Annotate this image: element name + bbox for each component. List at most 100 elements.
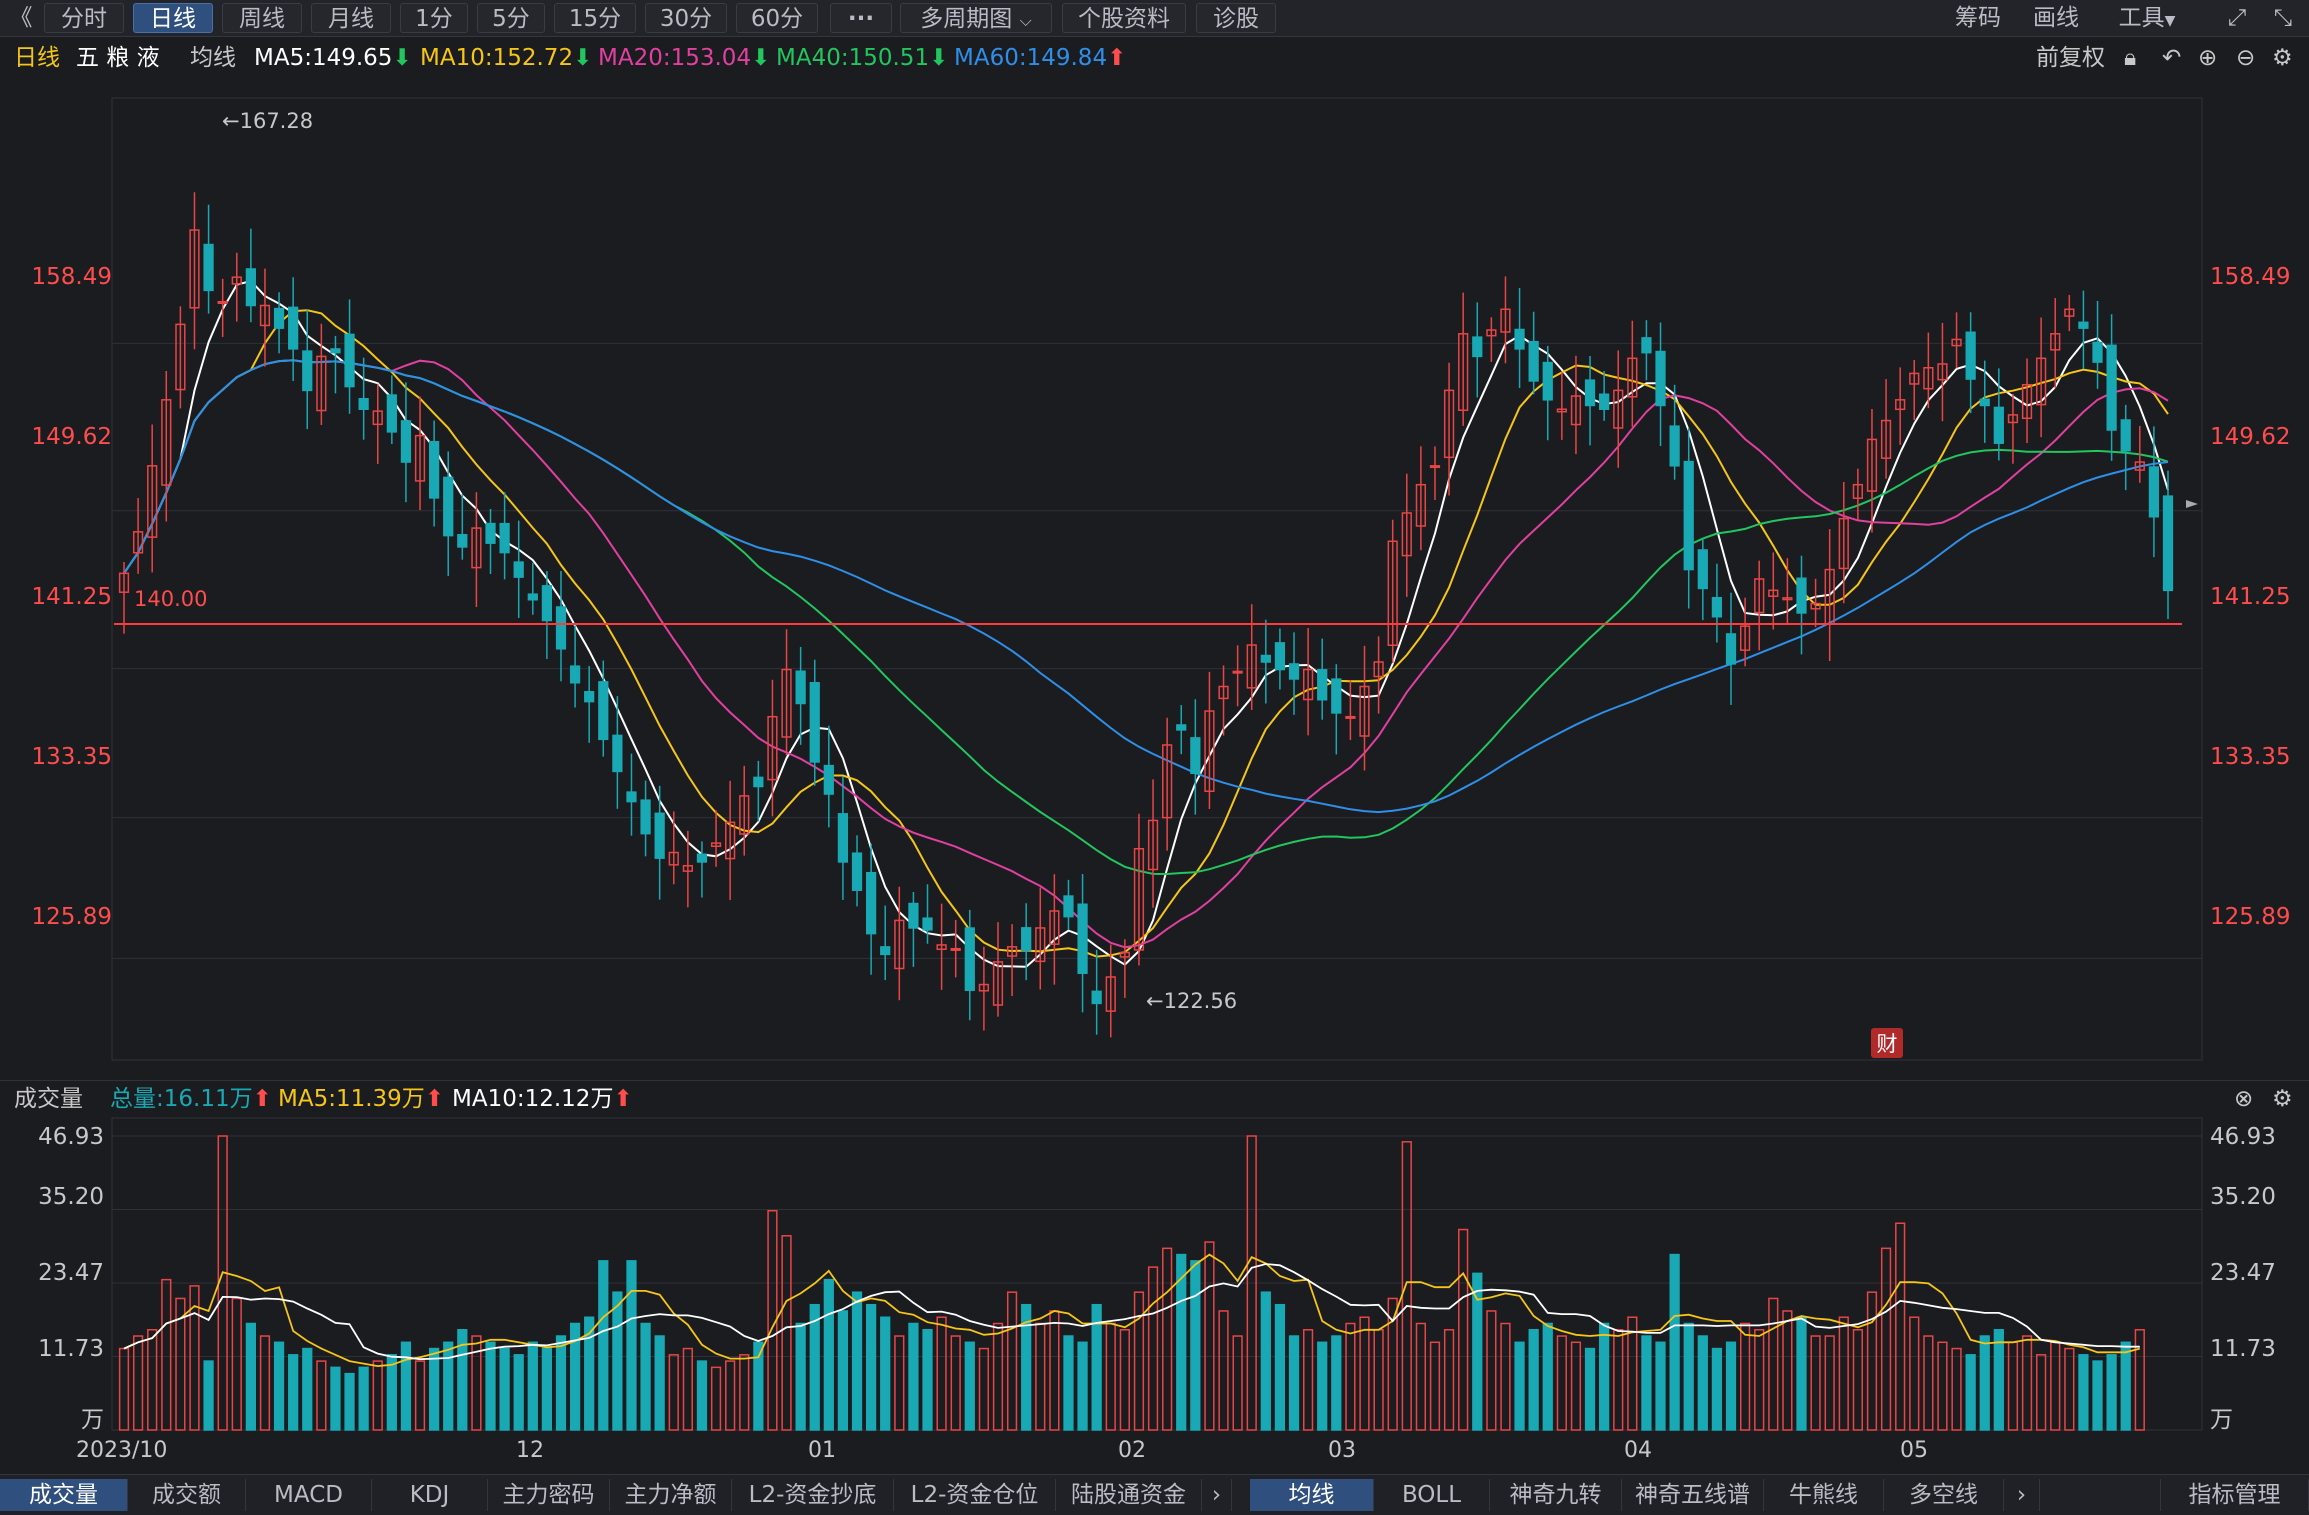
volume-bar-down — [908, 1322, 919, 1431]
candle-down — [1063, 895, 1074, 918]
close-panel-icon[interactable]: ⊗ — [2234, 1081, 2253, 1117]
candle-up — [950, 947, 961, 951]
date-tick: 01 — [808, 1438, 836, 1463]
volume-bar-up — [1429, 1341, 1441, 1431]
tab-main-net-amount[interactable]: 主力净额 — [610, 1479, 732, 1511]
candle-down — [541, 585, 553, 622]
volume-bar-down — [429, 1347, 440, 1431]
volume-bar-up — [1133, 1291, 1145, 1431]
volume-bar-down — [1979, 1335, 1990, 1431]
candle-down — [1274, 642, 1286, 671]
volume-total: 总量:16.11万⬆ — [110, 1081, 272, 1117]
candle-down — [273, 307, 285, 329]
candle-down — [2162, 495, 2174, 592]
candle-down — [358, 398, 369, 410]
volume-bar-up — [1866, 1291, 1878, 1431]
volume-bar-down — [1542, 1322, 1553, 1431]
candle-down — [1021, 927, 1032, 952]
volume-ma10-text: MA10:12.12万 — [452, 1086, 614, 1112]
tab-ma[interactable]: 均线 — [1250, 1479, 1374, 1511]
volume-bar-down — [612, 1291, 623, 1431]
candle-down — [753, 776, 764, 788]
volume-bar-down — [245, 1322, 256, 1431]
volume-bar-up — [936, 1316, 947, 1431]
volume-bar-up — [781, 1235, 792, 1431]
candle-down — [654, 812, 665, 859]
volume-bar-down — [2120, 1341, 2131, 1431]
candle-down — [696, 853, 708, 863]
candle-down — [1077, 903, 1088, 974]
volume-bar-down — [555, 1335, 567, 1431]
candles — [118, 192, 2174, 1038]
tab-bull-bear[interactable]: 牛熊线 — [1764, 1479, 1884, 1511]
ma60-line — [123, 359, 2169, 814]
volume-bar-down — [1993, 1329, 2004, 1431]
candle-down — [908, 902, 919, 929]
volume-bar-down — [485, 1341, 496, 1431]
volume-bar-up — [1373, 1329, 1384, 1431]
volume-bar-down — [1599, 1322, 1610, 1431]
tab-long-short[interactable]: 多空线 — [1884, 1479, 2004, 1511]
arrow-up-icon: ⬆ — [252, 1086, 272, 1112]
volume-bar-up — [1415, 1322, 1427, 1431]
volume-bar-down — [513, 1354, 524, 1431]
volume-bar-down — [2092, 1360, 2103, 1431]
candle-down — [443, 476, 454, 537]
tab-turnover[interactable]: 成交额 — [128, 1479, 246, 1511]
tab-volume[interactable]: 成交量 — [0, 1479, 128, 1511]
candle-down — [584, 690, 595, 703]
candle-down — [203, 243, 214, 292]
volume-ma10: MA10:12.12万⬆ — [452, 1081, 633, 1117]
tab-northbound[interactable]: 陆股通资金 — [1056, 1479, 1202, 1511]
tab-magic-five[interactable]: 神奇五线谱 — [1622, 1479, 1764, 1511]
volume-unit: 万 — [2210, 1407, 2233, 1433]
candle-down — [513, 561, 524, 578]
candle-down — [485, 522, 496, 544]
volume-bar-up — [414, 1360, 426, 1431]
candle-down — [640, 799, 651, 835]
volume-bar-up — [2134, 1329, 2145, 1431]
candle-down — [1641, 337, 1652, 354]
volume-bar-down — [527, 1341, 538, 1431]
volume-unit: 万 — [81, 1407, 104, 1433]
volume-bar-down — [344, 1372, 355, 1431]
price-line-label: 140.00 — [134, 587, 207, 611]
candle-up — [1232, 670, 1243, 674]
volume-bar-down — [1260, 1291, 1271, 1431]
candle-down — [1655, 350, 1666, 407]
tab-magic-nine[interactable]: 神奇九转 — [1490, 1479, 1622, 1511]
arrow-up-icon: ⬆ — [424, 1086, 445, 1112]
volume-bar-up — [2064, 1347, 2075, 1431]
volume-bar-up — [950, 1335, 961, 1431]
candle-down — [1965, 331, 1976, 380]
tab-l2-position[interactable]: L2-资金仓位 — [894, 1479, 1056, 1511]
settings-icon[interactable]: ⚙ — [2272, 1081, 2293, 1117]
kline-chart[interactable]: 140.00 ←167.28 ←122.56 财 — [0, 0, 2309, 1474]
volume-tick: 35.20 — [2210, 1184, 2276, 1210]
volume-bar-up — [1486, 1310, 1497, 1431]
volume-bar-down — [386, 1354, 397, 1431]
volume-bar-up — [231, 1297, 242, 1431]
candle-down — [1697, 549, 1708, 590]
chevron-right-icon[interactable]: › — [1202, 1479, 1232, 1511]
candle-down — [302, 350, 313, 392]
tab-kdj[interactable]: KDJ — [372, 1479, 488, 1511]
volume-bar-up — [1810, 1335, 1821, 1431]
ma40-line — [123, 359, 2169, 876]
volume-bar-up — [1613, 1329, 1624, 1431]
candle-down — [1599, 393, 1610, 410]
candle-down — [1669, 425, 1680, 467]
chevron-right-icon[interactable]: › — [2004, 1479, 2040, 1511]
tab-macd[interactable]: MACD — [246, 1479, 372, 1511]
tab-main-force-code[interactable]: 主力密码 — [488, 1479, 610, 1511]
arrow-up-icon: ⬆ — [613, 1086, 633, 1112]
volume-bar-up — [1937, 1341, 1948, 1431]
indicator-manage-button[interactable]: 指标管理 — [2160, 1479, 2309, 1511]
tab-l2-bottom-fishing[interactable]: L2-资金抄底 — [732, 1479, 894, 1511]
volume-tick: 23.47 — [2210, 1260, 2276, 1286]
candle-down — [837, 813, 849, 863]
volume-bar-up — [1500, 1322, 1511, 1431]
tab-boll[interactable]: BOLL — [1374, 1479, 1490, 1511]
volume-tick: 11.73 — [38, 1336, 104, 1362]
volume-bar-up — [118, 1347, 130, 1431]
